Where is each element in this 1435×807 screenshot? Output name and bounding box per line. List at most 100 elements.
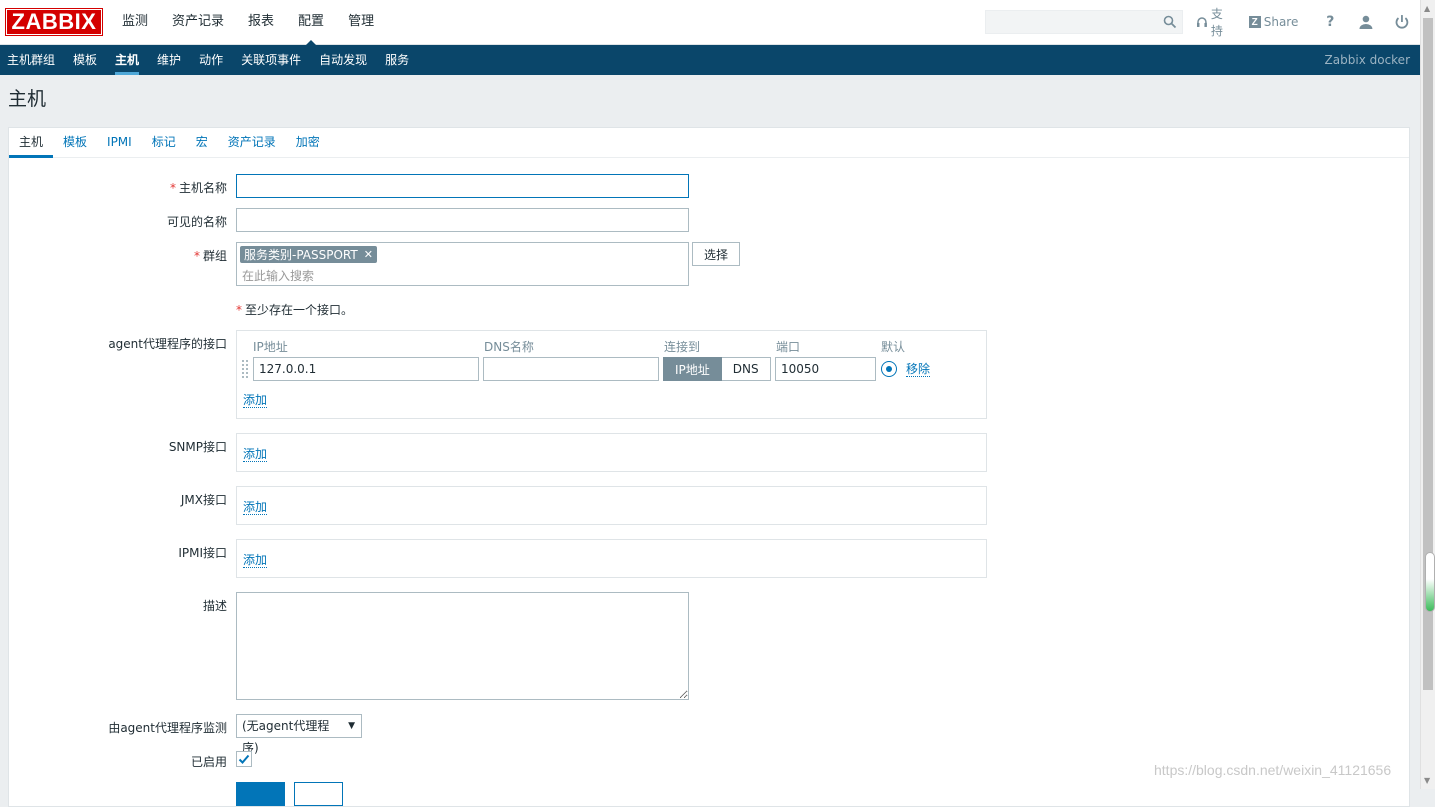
col-ip: IP地址 (253, 340, 288, 354)
scroll-up-icon[interactable]: ▲ (1424, 4, 1430, 13)
remove-interface-link[interactable]: 移除 (906, 362, 931, 377)
groups-multiselect[interactable]: 服务类别-PASSPORT ✕ 在此输入搜索 (236, 242, 689, 286)
support-link[interactable]: 支持 (1196, 5, 1235, 39)
drag-handle-icon[interactable] (242, 360, 248, 378)
proxy-select[interactable]: (无agent代理程序) ▼ (236, 714, 362, 755)
subnav-host-groups[interactable]: 主机群组 (0, 46, 64, 74)
tab-host[interactable]: 主机 (9, 128, 54, 158)
required-mark: * (193, 249, 200, 263)
default-interface-radio[interactable] (881, 361, 897, 377)
remove-chip-icon[interactable]: ✕ (364, 248, 373, 261)
snmp-interfaces-box: 添加 (236, 433, 987, 472)
groups-label-text: 群组 (202, 249, 227, 263)
add-snmp-interface-link[interactable]: 添加 (243, 447, 268, 462)
subnav-event-correlation[interactable]: 关联项事件 (232, 46, 310, 74)
col-dns: DNS名称 (484, 340, 534, 354)
zabbix-share-icon: Z (1248, 16, 1261, 28)
enabled-label: 已启用 (190, 755, 227, 769)
agent-port-input[interactable] (775, 357, 876, 381)
required-mark: * (236, 303, 242, 317)
agent-dns-input[interactable] (483, 357, 659, 381)
add-ipmi-interface-link[interactable]: 添加 (243, 553, 268, 568)
search-box (985, 10, 1183, 34)
side-gauge-widget[interactable] (1425, 552, 1435, 612)
add-host-button[interactable] (236, 782, 285, 806)
host-name-input[interactable] (236, 174, 689, 198)
watermark: https://blog.csdn.net/weixin_41121656 (1154, 762, 1392, 778)
groups-label: * 群组 (9, 247, 227, 264)
sub-nav: 主机群组 模板 主机 维护 动作 关联项事件 自动发现 服务 Zabbix do… (0, 45, 1420, 75)
search-icon[interactable] (1163, 15, 1177, 29)
tab-inventory[interactable]: 资产记录 (218, 128, 286, 157)
subnav-hosts[interactable]: 主机 (106, 46, 148, 75)
proxy-select-value: (无agent代理程序) (242, 719, 330, 755)
subnav-discovery[interactable]: 自动发现 (310, 46, 376, 74)
enabled-checkbox[interactable] (236, 751, 252, 767)
visible-name-input[interactable] (236, 208, 689, 232)
nav-administration[interactable]: 管理 (336, 0, 386, 45)
col-default: 默认 (881, 340, 906, 354)
sign-out-icon[interactable] (1394, 14, 1410, 30)
agent-interfaces-box: IP地址 DNS名称 连接到 端口 默认 IP地址 DNS 移除 添加 (236, 330, 987, 419)
share-label: Share (1263, 15, 1299, 29)
nav-inventory[interactable]: 资产记录 (160, 0, 236, 45)
top-bar: ZABBIX 监测 资产记录 报表 配置 管理 支持 Z Share ? (0, 0, 1420, 46)
tab-ipmi[interactable]: IPMI (97, 128, 142, 157)
tab-templates[interactable]: 模板 (53, 128, 97, 157)
subnav-templates[interactable]: 模板 (64, 46, 106, 74)
subnav-maintenance[interactable]: 维护 (148, 46, 190, 74)
select-groups-button[interactable]: 选择 (692, 242, 741, 266)
visible-name-label: 可见的名称 (166, 215, 227, 229)
top-links: 支持 Z Share ? (1196, 0, 1420, 44)
server-name: Zabbix docker (1324, 53, 1410, 67)
jmx-interfaces-box: 添加 (236, 486, 987, 525)
page-title: 主机 (8, 88, 47, 110)
required-mark: * (169, 181, 176, 195)
connect-dns-button[interactable]: DNS (721, 357, 771, 381)
share-link[interactable]: Z Share (1248, 15, 1299, 29)
host-name-label-text: 主机名称 (178, 181, 227, 195)
zabbix-logo[interactable]: ZABBIX (5, 8, 103, 36)
add-agent-interface-link[interactable]: 添加 (243, 393, 268, 408)
cancel-button[interactable] (294, 782, 343, 806)
interface-required-note: * 至少存在一个接口。 (236, 301, 353, 318)
proxy-label: 由agent代理程序监测 (108, 721, 227, 735)
dropdown-arrow-icon: ▼ (348, 721, 355, 731)
checkmark-icon (238, 754, 250, 764)
group-chip: 服务类别-PASSPORT ✕ (240, 246, 377, 263)
subnav-services[interactable]: 服务 (376, 46, 418, 74)
interface-note-text: 至少存在一个接口。 (245, 303, 354, 317)
agent-ip-input[interactable] (253, 357, 479, 381)
help-icon[interactable]: ? (1322, 14, 1338, 30)
col-port: 端口 (776, 340, 801, 354)
nav-configuration[interactable]: 配置 (286, 0, 336, 46)
agent-interfaces-label: agent代理程序的接口 (108, 337, 227, 351)
add-jmx-interface-link[interactable]: 添加 (243, 500, 268, 515)
host-form-panel: 主机 模板 IPMI 标记 宏 资产记录 加密 * 主机名称 可见的名称 * 群组 … (8, 127, 1410, 807)
jmx-interfaces-label: JMX接口 (180, 493, 227, 507)
description-textarea[interactable] (236, 592, 689, 700)
col-connect: 连接到 (664, 340, 701, 354)
connect-ip-button[interactable]: IP地址 (663, 357, 722, 381)
connect-to-toggle: IP地址 DNS (663, 357, 771, 381)
tab-tags[interactable]: 标记 (142, 128, 186, 157)
user-profile-icon[interactable] (1358, 14, 1374, 30)
ipmi-interfaces-box: 添加 (236, 539, 987, 578)
page-scrollbar[interactable]: ▲ ▼ (1420, 0, 1435, 789)
nav-reports[interactable]: 报表 (236, 0, 286, 45)
nav-monitoring[interactable]: 监测 (110, 0, 160, 45)
group-chip-label: 服务类别-PASSPORT (244, 248, 358, 262)
main-nav: 监测 资产记录 报表 配置 管理 (110, 0, 386, 46)
groups-search-placeholder[interactable]: 在此输入搜索 (242, 267, 314, 284)
tab-macros[interactable]: 宏 (186, 128, 218, 157)
support-label: 支持 (1210, 7, 1223, 38)
search-input[interactable] (986, 11, 1156, 33)
subnav-actions[interactable]: 动作 (190, 46, 232, 74)
host-name-label: * 主机名称 (9, 179, 227, 196)
headset-icon (1196, 17, 1207, 27)
tab-encryption[interactable]: 加密 (286, 128, 330, 157)
form-tabs: 主机 模板 IPMI 标记 宏 资产记录 加密 (9, 128, 1409, 158)
description-label: 描述 (202, 599, 227, 613)
scroll-down-icon[interactable]: ▼ (1424, 776, 1430, 785)
snmp-interfaces-label: SNMP接口 (168, 440, 227, 454)
